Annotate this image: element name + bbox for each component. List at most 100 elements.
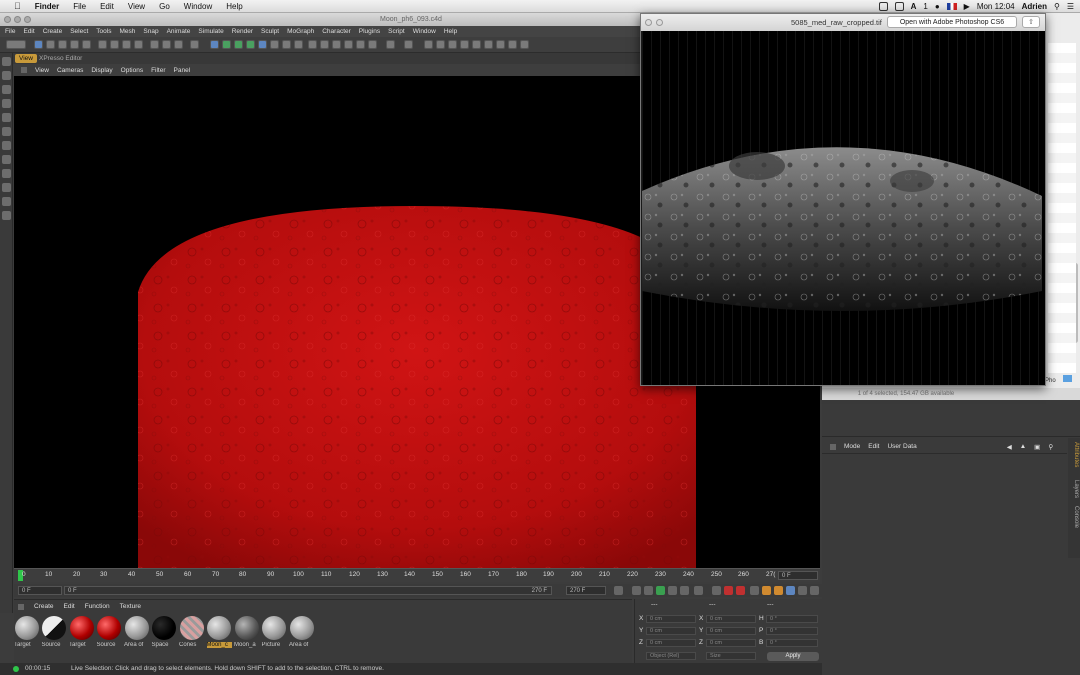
y-axis-icon[interactable] xyxy=(110,40,119,49)
apply-button[interactable]: Apply xyxy=(767,652,819,661)
mat-menu-create[interactable]: Create xyxy=(34,603,54,610)
bodypaint-icon[interactable] xyxy=(484,40,493,49)
xpresso-icon[interactable] xyxy=(496,40,505,49)
material-swatch[interactable]: Moon_a xyxy=(234,615,259,651)
layout-icon[interactable] xyxy=(520,40,529,49)
c4d-menu-window[interactable]: Window xyxy=(413,28,436,35)
floor-icon[interactable] xyxy=(270,40,279,49)
python-icon[interactable] xyxy=(508,40,517,49)
tab-view[interactable]: View xyxy=(15,54,37,63)
rotation-key-icon[interactable] xyxy=(786,586,795,595)
x-axis-icon[interactable] xyxy=(98,40,107,49)
search-icon[interactable]: ⚲ xyxy=(1048,443,1053,451)
points-mode-icon[interactable] xyxy=(320,40,329,49)
spotlight-icon[interactable]: ⚲ xyxy=(1054,2,1060,11)
rot-h-field[interactable]: 0 ° xyxy=(766,615,818,623)
c4d-menu-snap[interactable]: Snap xyxy=(143,28,158,35)
render-picture-viewer-icon[interactable] xyxy=(162,40,171,49)
move-icon[interactable] xyxy=(46,40,55,49)
pos-z-field[interactable]: 0 cm xyxy=(646,639,696,647)
back-arrow-icon[interactable]: ◀ xyxy=(1007,443,1012,451)
notification-center-icon[interactable]: ☰ xyxy=(1067,2,1074,11)
size-y-field[interactable]: 0 cm xyxy=(706,627,756,635)
go-to-start-icon[interactable] xyxy=(614,586,623,595)
z-axis-icon[interactable] xyxy=(122,40,131,49)
current-frame-field[interactable]: 0 F xyxy=(778,571,818,580)
snapping-icon[interactable] xyxy=(2,183,11,192)
play-icon[interactable] xyxy=(656,586,665,595)
size-x-field[interactable]: 0 cm xyxy=(706,615,756,623)
workplane-mode-icon[interactable] xyxy=(2,99,11,108)
end-frame-field[interactable]: 270 F xyxy=(566,586,606,595)
vp-menu-filter[interactable]: Filter xyxy=(151,67,165,74)
scale-icon[interactable] xyxy=(58,40,67,49)
material-swatch[interactable]: Cones xyxy=(179,615,204,651)
array-icon[interactable] xyxy=(246,40,255,49)
scale-key-icon[interactable] xyxy=(774,586,783,595)
lock-icon[interactable]: ▣ xyxy=(1034,443,1040,451)
menu-window[interactable]: Window xyxy=(184,2,212,11)
tweak-icon[interactable] xyxy=(2,169,11,178)
workplane-icon[interactable] xyxy=(404,40,413,49)
mesh-tool-icon[interactable] xyxy=(308,40,317,49)
texture-mode-icon[interactable] xyxy=(2,85,11,94)
motion-icon[interactable] xyxy=(424,40,433,49)
c4d-menu-file[interactable]: File xyxy=(5,28,15,35)
timeline-settings-icon[interactable] xyxy=(810,586,819,595)
tab-attributes[interactable]: Attributes xyxy=(1069,442,1079,467)
menu-user[interactable]: Adrien xyxy=(1022,2,1047,11)
status-icon-b[interactable] xyxy=(894,2,904,11)
ql-fullscreen-icon[interactable] xyxy=(656,19,663,26)
deformer-icon[interactable] xyxy=(258,40,267,49)
keyframe-selection-icon[interactable] xyxy=(750,586,759,595)
edges-icon[interactable] xyxy=(2,127,11,136)
material-swatch[interactable]: Area of xyxy=(124,615,149,651)
mat-menu-edit[interactable]: Edit xyxy=(64,603,75,610)
loop-icon[interactable] xyxy=(712,586,721,595)
polygons-icon[interactable] xyxy=(2,141,11,150)
material-swatch[interactable]: Picture xyxy=(262,615,287,651)
cube-icon[interactable] xyxy=(190,40,199,49)
c4d-menu-simulate[interactable]: Simulate xyxy=(198,28,223,35)
autokey-icon[interactable] xyxy=(736,586,745,595)
menu-go[interactable]: Go xyxy=(159,2,170,11)
c4d-menu-render[interactable]: Render xyxy=(232,28,253,35)
dynamics-icon[interactable] xyxy=(460,40,469,49)
attr-menu-userdata[interactable]: User Data xyxy=(887,443,916,450)
rotate-icon[interactable] xyxy=(70,40,79,49)
make-editable-icon[interactable] xyxy=(2,57,11,66)
solo-icon[interactable] xyxy=(2,197,11,206)
rot-p-field[interactable]: 0 ° xyxy=(766,627,818,635)
c4d-menu-plugins[interactable]: Plugins xyxy=(359,28,380,35)
c4d-menu-character[interactable]: Character xyxy=(322,28,351,35)
recent-tool-icon[interactable] xyxy=(82,40,91,49)
model-mode-icon[interactable] xyxy=(2,71,11,80)
frame-range-slider[interactable]: 0 F 270 F xyxy=(64,586,552,595)
pos-y-field[interactable]: 0 cm xyxy=(646,627,696,635)
menu-edit[interactable]: Edit xyxy=(100,2,114,11)
c4d-menu-animate[interactable]: Animate xyxy=(167,28,191,35)
mat-menu-texture[interactable]: Texture xyxy=(120,603,141,610)
material-swatch[interactable]: Area of xyxy=(289,615,314,651)
timeline-ruler[interactable]: 0 10 20 30 40 50 60 70 80 90 100 110 120… xyxy=(14,568,820,582)
vp-menu-panel[interactable]: Panel xyxy=(174,67,191,74)
menu-app-name[interactable]: Finder xyxy=(35,2,59,11)
sphere-icon[interactable] xyxy=(210,40,219,49)
menu-help[interactable]: Help xyxy=(226,2,242,11)
edges-mode-icon[interactable] xyxy=(332,40,341,49)
prev-frame-icon[interactable] xyxy=(644,586,653,595)
size-z-field[interactable]: 0 cm xyxy=(706,639,756,647)
rot-b-field[interactable]: 0 ° xyxy=(766,639,818,647)
menu-file[interactable]: File xyxy=(73,2,86,11)
polygons-mode-icon[interactable] xyxy=(344,40,353,49)
c4d-menu-sculpt[interactable]: Sculpt xyxy=(261,28,279,35)
c4d-menu-edit[interactable]: Edit xyxy=(23,28,34,35)
undo-icon[interactable] xyxy=(6,40,26,49)
axis-icon[interactable] xyxy=(2,155,11,164)
quicklook-window[interactable]: 5085_med_raw_cropped.tif Open with Adobe… xyxy=(640,13,1046,386)
start-frame-field[interactable]: 0 F xyxy=(18,586,62,595)
status-icon-a[interactable] xyxy=(878,2,888,11)
menu-clock[interactable]: Mon 12:04 xyxy=(977,2,1015,11)
c4d-menu-help[interactable]: Help xyxy=(444,28,457,35)
finder-row[interactable]: Pho xyxy=(1045,375,1080,385)
